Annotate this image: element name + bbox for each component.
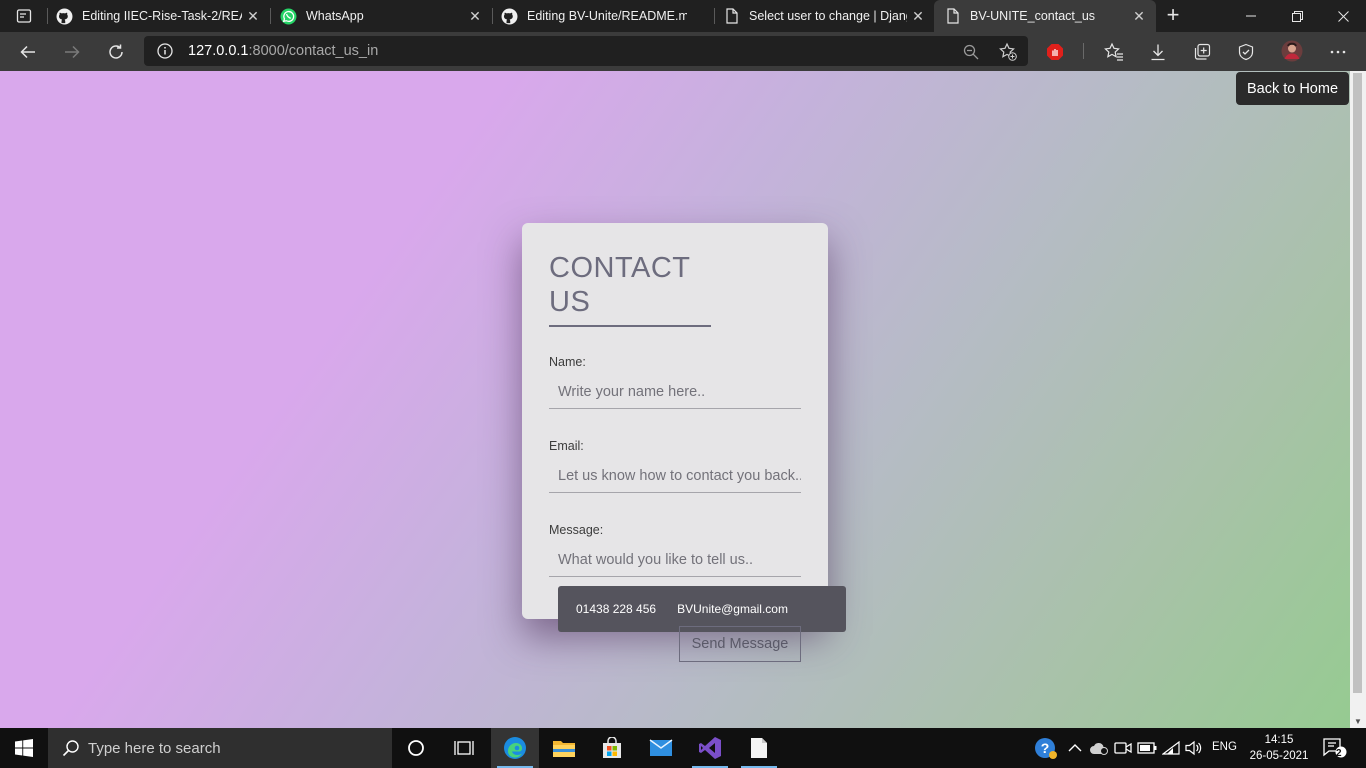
onedrive-cloud-icon[interactable] xyxy=(1088,737,1110,759)
tab-separator xyxy=(270,8,271,24)
tab-bv-unite-contact-us[interactable]: BV-UNITE_contact_us ✕ xyxy=(934,0,1156,32)
notepad-taskbar-app[interactable] xyxy=(735,728,783,768)
site-info-icon[interactable] xyxy=(157,43,173,64)
taskbar-clock[interactable]: 14:15 26-05-2021 xyxy=(1246,732,1312,764)
profile-avatar[interactable] xyxy=(1280,39,1304,63)
mail-icon xyxy=(649,739,673,756)
search-icon xyxy=(62,739,80,762)
edge-taskbar-app[interactable] xyxy=(491,728,539,768)
email-field[interactable] xyxy=(549,459,801,493)
vertical-scrollbar[interactable]: ▲ ▼ xyxy=(1350,71,1366,728)
title-underline xyxy=(549,325,711,327)
scroll-down-arrow-icon[interactable]: ▼ xyxy=(1354,717,1362,726)
tab-strip: Editing IIEC-Rise-Task-2/READ ✕ WhatsApp… xyxy=(0,0,1366,32)
whatsapp-icon xyxy=(280,8,297,25)
notification-count: 2 xyxy=(1336,748,1342,759)
email-label: Email: xyxy=(549,439,584,453)
tab-separator xyxy=(47,8,48,24)
downloads-icon[interactable] xyxy=(1147,41,1169,63)
document-icon xyxy=(723,8,740,25)
forward-button[interactable] xyxy=(58,38,86,66)
battery-icon[interactable] xyxy=(1136,737,1158,759)
refresh-button[interactable] xyxy=(102,38,130,66)
adblock-extension-icon[interactable] xyxy=(1044,41,1066,63)
name-field[interactable] xyxy=(549,375,801,409)
close-icon[interactable]: ✕ xyxy=(242,8,264,25)
svg-text:?: ? xyxy=(1041,740,1050,756)
back-button[interactable] xyxy=(14,38,42,66)
browser-toolbar: 127.0.0.1:8000/contact_us_in xyxy=(0,32,1366,71)
tab-actions-icon[interactable] xyxy=(8,6,40,26)
chevron-up-icon[interactable] xyxy=(1064,737,1086,759)
close-icon[interactable]: ✕ xyxy=(1128,8,1150,25)
message-field[interactable] xyxy=(549,543,801,577)
search-placeholder: Type here to search xyxy=(88,740,221,757)
clock-time: 14:15 xyxy=(1264,734,1294,746)
start-button[interactable] xyxy=(0,728,48,768)
page-viewport: Back to Home CONTACT US Name: Email: Mes… xyxy=(0,71,1366,728)
tab-separator xyxy=(714,8,715,24)
favorites-icon[interactable] xyxy=(1103,41,1125,63)
wifi-icon[interactable] xyxy=(1160,737,1182,759)
mail-taskbar-app[interactable] xyxy=(637,728,685,768)
new-tab-button[interactable]: + xyxy=(1160,4,1186,28)
send-message-button[interactable]: Send Message xyxy=(679,626,801,662)
tab-title: Select user to change | Djang xyxy=(749,9,907,23)
page-title: CONTACT US xyxy=(549,252,690,318)
tab-editing-bv-unite[interactable]: Editing BV-Unite/README.md ✕ xyxy=(501,0,709,32)
browser-essentials-icon[interactable] xyxy=(1235,41,1257,63)
phone-number: 01438 228 456 xyxy=(576,602,657,616)
url-host: 127.0.0.1 xyxy=(188,43,249,59)
clock-date: 26-05-2021 xyxy=(1249,750,1309,762)
url-path: :8000/contact_us_in xyxy=(248,43,379,59)
tab-separator xyxy=(492,8,493,24)
url-text: 127.0.0.1:8000/contact_us_in xyxy=(188,43,378,59)
close-window-button[interactable] xyxy=(1320,0,1366,32)
document-icon xyxy=(944,8,961,25)
contact-card: CONTACT US Name: Email: Message: xyxy=(522,223,828,619)
windows-taskbar: Type here to search ? ENG 14:15 26-05-20… xyxy=(0,728,1366,768)
zoom-icon[interactable] xyxy=(961,42,981,62)
tab-title: BV-UNITE_contact_us xyxy=(970,9,1096,23)
meet-now-icon[interactable] xyxy=(1112,737,1134,759)
github-icon xyxy=(501,8,518,25)
visual-studio-icon xyxy=(699,737,721,759)
toolbar-separator xyxy=(1083,43,1084,59)
taskbar-search[interactable]: Type here to search xyxy=(48,728,392,768)
file-explorer-taskbar-app[interactable] xyxy=(540,728,588,768)
back-to-home-tooltip[interactable]: Back to Home xyxy=(1236,72,1349,105)
input-language[interactable]: ENG xyxy=(1212,741,1237,753)
folder-icon xyxy=(553,741,575,757)
close-icon[interactable]: ✕ xyxy=(464,8,486,25)
collections-icon[interactable] xyxy=(1191,41,1213,63)
cortana-button[interactable] xyxy=(392,728,440,768)
task-view-button[interactable] xyxy=(440,728,488,768)
edge-icon xyxy=(504,737,526,759)
notifications-icon[interactable] xyxy=(1322,737,1348,759)
name-label: Name: xyxy=(549,355,586,369)
github-icon xyxy=(56,8,73,25)
store-taskbar-app[interactable] xyxy=(588,728,636,768)
settings-more-icon[interactable] xyxy=(1327,41,1349,63)
restore-button[interactable] xyxy=(1274,0,1320,32)
minimize-button[interactable] xyxy=(1228,0,1274,32)
tab-editing-iiec[interactable]: Editing IIEC-Rise-Task-2/READ ✕ xyxy=(56,0,264,32)
contact-email: BVUnite@gmail.com xyxy=(677,602,788,616)
address-bar[interactable]: 127.0.0.1:8000/contact_us_in xyxy=(144,36,1028,66)
tab-title: Editing BV-Unite/README.md xyxy=(527,9,687,23)
tab-title: WhatsApp xyxy=(306,9,364,23)
help-icon[interactable]: ? xyxy=(1034,736,1058,760)
tab-select-user[interactable]: Select user to change | Djang ✕ xyxy=(723,0,929,32)
document-icon xyxy=(751,738,767,758)
message-label: Message: xyxy=(549,523,604,537)
volume-icon[interactable] xyxy=(1183,737,1205,759)
tab-whatsapp[interactable]: WhatsApp ✕ xyxy=(280,0,486,32)
tab-title: Editing IIEC-Rise-Task-2/READ xyxy=(82,9,242,23)
visual-studio-taskbar-app[interactable] xyxy=(686,728,734,768)
store-bag-icon xyxy=(603,737,621,758)
windows-logo-icon xyxy=(15,739,33,757)
add-favorite-icon[interactable] xyxy=(998,42,1018,62)
scrollbar-thumb[interactable] xyxy=(1353,73,1362,693)
close-icon[interactable]: ✕ xyxy=(907,8,929,25)
